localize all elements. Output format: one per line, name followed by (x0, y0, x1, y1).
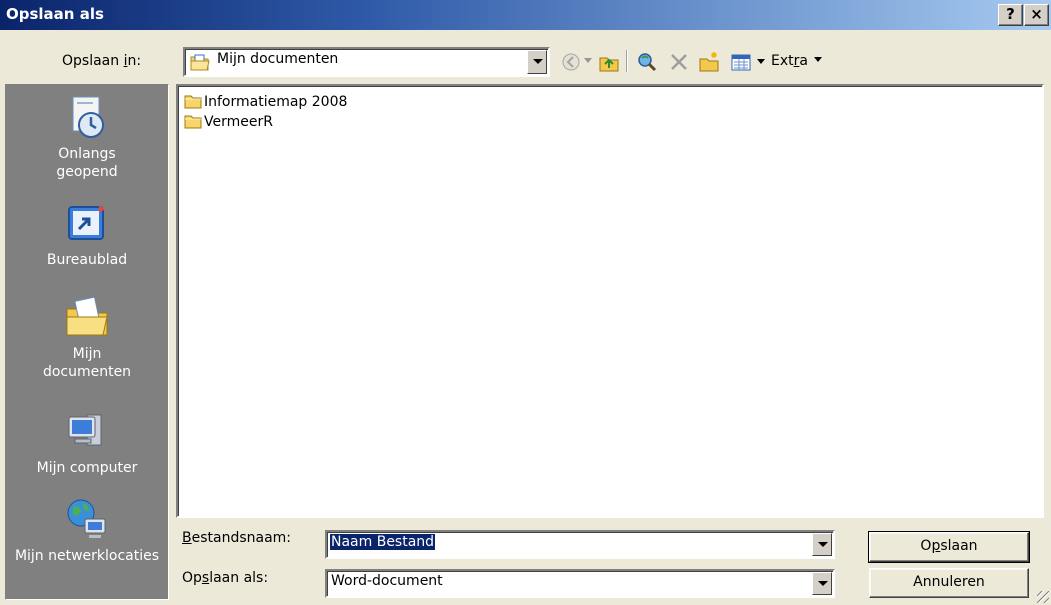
extra-menu-label: Extra (771, 53, 808, 69)
back-dropdown-icon[interactable] (584, 58, 592, 64)
chevron-down-icon[interactable] (812, 572, 832, 595)
my-documents-icon (66, 296, 108, 336)
filetype-dropdown[interactable]: Word-document (325, 569, 835, 598)
delete-icon[interactable] (668, 51, 690, 73)
place-desktop-label: Bureaublad (46, 252, 128, 268)
my-computer-icon (68, 414, 102, 446)
list-item[interactable]: VermeerR (184, 112, 273, 132)
save-in-label-text: Opslaan in: (62, 53, 142, 69)
save-button[interactable]: Opslaan (868, 531, 1030, 563)
title-bar: Opslaan als ? × (0, 0, 1051, 30)
views-dropdown-icon[interactable] (757, 59, 765, 65)
save-button-label: Opslaan (920, 538, 978, 554)
window-title: Opslaan als (6, 5, 104, 23)
places-bar: Onlangs geopend Bureaublad Mijn document… (5, 84, 169, 600)
filename-label-text: Bestandsnaam: (182, 530, 292, 546)
back-icon[interactable] (560, 51, 582, 73)
my-documents-small-icon (190, 54, 210, 71)
folder-icon (184, 115, 202, 129)
resize-grip[interactable] (1037, 591, 1049, 603)
search-web-icon[interactable] (636, 51, 658, 73)
toolbar-separator (626, 50, 628, 72)
filetype-value: Word-document (331, 573, 443, 589)
folder-icon (184, 95, 202, 109)
save-in-dropdown[interactable]: Mijn documenten (183, 47, 550, 77)
file-list[interactable]: Informatiemap 2008 VermeerR (176, 84, 1044, 518)
desktop-icon (68, 205, 105, 240)
new-folder-icon[interactable] (698, 51, 720, 73)
chevron-down-icon[interactable] (527, 50, 547, 74)
place-recent[interactable]: Onlangs geopend (6, 93, 168, 181)
save-in-label: Opslaan in: (62, 53, 141, 69)
extra-menu[interactable]: Extra (771, 53, 823, 69)
filename-label: Bestandsnaam: (182, 530, 291, 546)
place-network[interactable]: Mijn netwerklocaties (6, 495, 168, 565)
place-my-documents-label: Mijn documenten (42, 346, 132, 380)
filename-input-value: Naam Bestand (330, 534, 436, 550)
close-button[interactable]: × (1024, 4, 1049, 26)
up-folder-icon[interactable] (598, 51, 620, 73)
file-name: Informatiemap 2008 (204, 94, 348, 110)
save-in-value: Mijn documenten (217, 51, 339, 67)
place-my-computer[interactable]: Mijn computer (6, 407, 168, 477)
network-places-icon (67, 499, 106, 538)
views-icon[interactable] (730, 51, 752, 73)
help-button[interactable]: ? (998, 4, 1023, 26)
recent-documents-icon (72, 96, 104, 138)
filetype-label: Opslaan als: (182, 570, 268, 586)
place-desktop[interactable]: Bureaublad (6, 199, 168, 269)
list-item[interactable]: Informatiemap 2008 (184, 92, 347, 112)
filetype-label-text: Opslaan als: (182, 570, 269, 586)
cancel-button[interactable]: Annuleren (869, 568, 1029, 598)
place-my-documents[interactable]: Mijn documenten (6, 293, 168, 381)
filename-field[interactable]: Naam Bestand (325, 530, 835, 559)
file-name: VermeerR (204, 114, 273, 130)
place-network-label: Mijn netwerklocaties (14, 548, 160, 564)
place-recent-label: Onlangs geopend (56, 146, 118, 180)
extra-dropdown-icon (814, 57, 823, 62)
place-my-computer-label: Mijn computer (36, 460, 138, 476)
chevron-down-icon[interactable] (812, 533, 832, 556)
